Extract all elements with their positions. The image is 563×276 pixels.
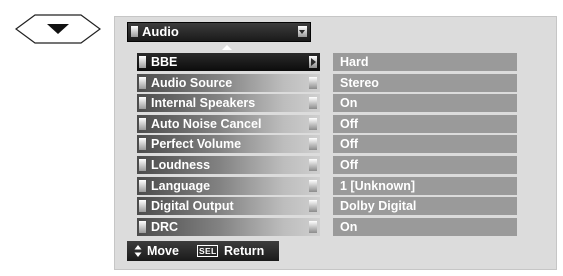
item-left-marker bbox=[139, 179, 146, 192]
menu-item-label-box[interactable]: Audio Source bbox=[137, 73, 320, 92]
up-down-arrows-icon bbox=[134, 245, 142, 257]
menu-item-label-box[interactable]: Auto Noise Cancel bbox=[137, 114, 320, 133]
menu-item-value[interactable]: Hard bbox=[333, 53, 517, 71]
menu-item-value[interactable]: 1 [Unknown] bbox=[333, 176, 517, 195]
menu-item-label: Perfect Volume bbox=[151, 137, 242, 152]
panel-title: Audio bbox=[142, 24, 179, 39]
menu-item-label: Digital Output bbox=[151, 199, 234, 214]
move-hint: Move bbox=[147, 244, 179, 258]
down-navigation-button[interactable] bbox=[14, 14, 102, 44]
item-left-marker bbox=[139, 97, 146, 110]
menu-item-value[interactable]: Dolby Digital bbox=[333, 197, 517, 216]
menu-item-audio-source[interactable]: Audio Source Stereo bbox=[137, 73, 517, 95]
item-right-marker bbox=[309, 76, 317, 89]
menu-item-internal-speakers[interactable]: Internal Speakers On bbox=[137, 94, 517, 115]
item-left-marker bbox=[139, 220, 146, 233]
item-right-marker bbox=[309, 220, 317, 233]
menu-item-value[interactable]: Off bbox=[333, 135, 517, 154]
menu-item-bbe[interactable]: BBE Hard bbox=[137, 53, 517, 74]
item-right-marker bbox=[309, 138, 317, 151]
item-left-marker bbox=[139, 56, 146, 68]
menu-item-value[interactable]: Off bbox=[333, 155, 517, 174]
title-left-marker bbox=[131, 26, 138, 37]
item-left-marker bbox=[139, 76, 146, 89]
menu-item-label: Language bbox=[151, 178, 211, 193]
audio-settings-panel: Audio BBE Hard Audio Source Stereo Inter bbox=[114, 16, 557, 270]
down-arrow-icon bbox=[14, 14, 102, 44]
menu-item-label-box[interactable]: BBE bbox=[137, 53, 320, 71]
menu-item-value[interactable]: Off bbox=[333, 114, 517, 133]
item-left-marker bbox=[139, 117, 146, 130]
menu-item-loudness[interactable]: Loudness Off bbox=[137, 155, 517, 177]
item-right-marker bbox=[309, 179, 317, 192]
menu-item-label: Audio Source bbox=[151, 75, 233, 90]
menu-item-label-box[interactable]: DRC bbox=[137, 217, 320, 236]
menu-item-label-box[interactable]: Internal Speakers bbox=[137, 94, 320, 113]
item-left-marker bbox=[139, 138, 146, 151]
title-dropdown-icon[interactable] bbox=[298, 26, 307, 37]
menu-item-value[interactable]: On bbox=[333, 94, 517, 113]
right-arrow-icon bbox=[309, 56, 317, 68]
menu-item-label-box[interactable]: Digital Output bbox=[137, 197, 320, 216]
item-right-marker bbox=[309, 117, 317, 130]
menu-item-label: Loudness bbox=[151, 157, 211, 172]
menu-list: BBE Hard Audio Source Stereo Internal Sp… bbox=[137, 53, 517, 239]
menu-item-value[interactable]: Stereo bbox=[333, 73, 517, 92]
item-right-marker bbox=[309, 158, 317, 171]
item-left-marker bbox=[139, 158, 146, 171]
item-right-marker bbox=[309, 200, 317, 213]
menu-item-label: BBE bbox=[151, 55, 178, 69]
menu-item-language[interactable]: Language 1 [Unknown] bbox=[137, 176, 517, 198]
help-bar: Move SEL Return bbox=[127, 241, 279, 261]
sel-key-icon: SEL bbox=[197, 245, 219, 257]
item-right-marker bbox=[309, 97, 317, 110]
menu-item-perfect-volume[interactable]: Perfect Volume Off bbox=[137, 135, 517, 156]
scroll-up-arrow-icon[interactable] bbox=[222, 45, 232, 50]
panel-title-bar: Audio bbox=[127, 22, 311, 42]
menu-item-auto-noise-cancel[interactable]: Auto Noise Cancel Off bbox=[137, 114, 517, 136]
menu-item-drc[interactable]: DRC On bbox=[137, 217, 517, 239]
menu-item-label-box[interactable]: Language bbox=[137, 176, 320, 195]
menu-item-label: Auto Noise Cancel bbox=[151, 116, 262, 131]
menu-item-digital-output[interactable]: Digital Output Dolby Digital bbox=[137, 197, 517, 218]
menu-item-label-box[interactable]: Loudness bbox=[137, 155, 320, 174]
return-hint: Return bbox=[224, 244, 265, 258]
menu-item-label: DRC bbox=[151, 219, 179, 234]
menu-item-value[interactable]: On bbox=[333, 217, 517, 236]
menu-item-label: Internal Speakers bbox=[151, 96, 256, 111]
menu-item-label-box[interactable]: Perfect Volume bbox=[137, 135, 320, 154]
item-left-marker bbox=[139, 200, 146, 213]
